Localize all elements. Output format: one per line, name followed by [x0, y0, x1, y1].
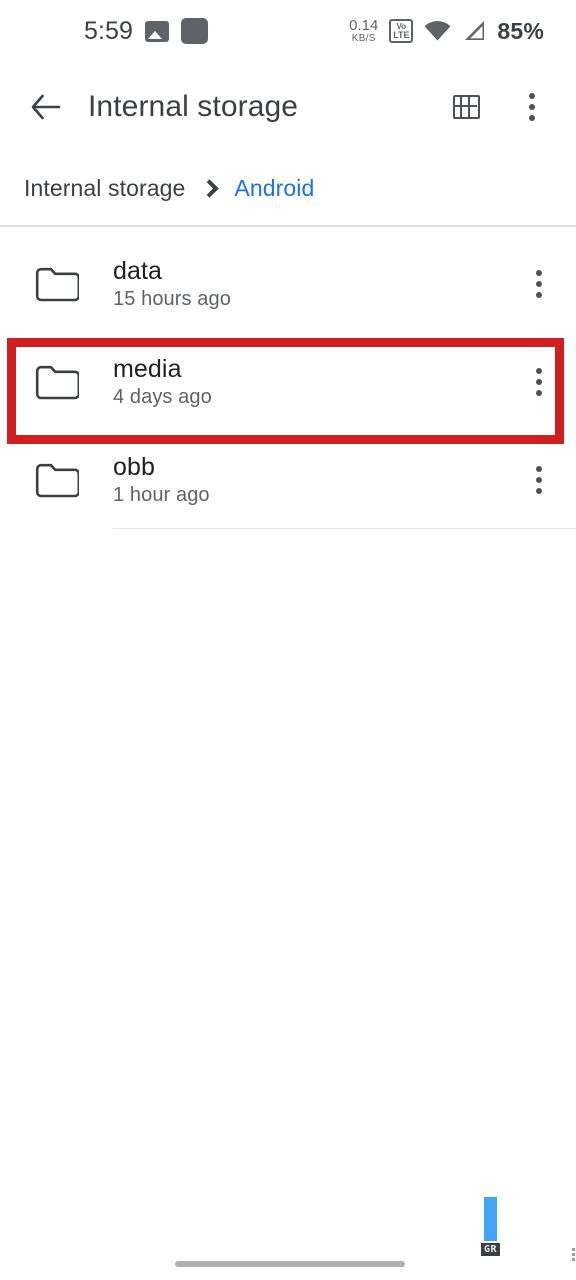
network-speed-value: 0.14	[349, 17, 379, 34]
breadcrumb: Internal storage Android	[0, 152, 576, 225]
row-overflow-menu-button[interactable]	[502, 431, 576, 529]
network-speed-unit: KB/S	[351, 33, 376, 44]
folder-icon	[0, 267, 113, 302]
folder-icon-glyph	[35, 463, 79, 497]
folder-icon-glyph	[35, 365, 79, 399]
back-arrow-icon	[31, 94, 61, 120]
folder-icon-glyph	[35, 267, 79, 301]
row-overflow-menu-button[interactable]	[502, 333, 576, 431]
file-modified: 4 days ago	[113, 386, 212, 409]
table-row[interactable]: obb 1 hour ago	[0, 431, 576, 529]
status-bar-right: 0.14 KB/S Vo LTE 85%	[349, 18, 552, 45]
folder-icon	[0, 463, 113, 498]
file-row-text: media 4 days ago	[113, 355, 502, 410]
file-row-text: data 15 hours ago	[113, 257, 502, 312]
blue-indicator-bar	[484, 1197, 497, 1241]
table-row[interactable]: media 4 days ago	[0, 333, 576, 431]
app-square-icon	[181, 18, 209, 44]
table-row[interactable]: data 15 hours ago	[0, 235, 576, 333]
overflow-menu-icon	[536, 270, 542, 298]
overflow-menu-icon	[536, 368, 542, 396]
file-row-text: obb 1 hour ago	[113, 453, 502, 508]
grid-view-icon	[452, 95, 480, 119]
file-modified: 1 hour ago	[113, 484, 210, 507]
file-list: data 15 hours ago media 4 days ago obb 1…	[0, 235, 576, 529]
list-divider	[113, 527, 576, 529]
volte-icon-bottom: LTE	[393, 29, 410, 40]
breadcrumb-item-android[interactable]: Android	[234, 175, 314, 202]
file-name: media	[113, 354, 182, 383]
grid-view-button[interactable]	[438, 79, 494, 135]
photo-icon	[145, 20, 170, 42]
overflow-menu-icon	[529, 93, 535, 121]
status-bar-clock: 5:59	[84, 16, 134, 45]
app-bar-actions	[438, 79, 560, 135]
wifi-icon	[424, 21, 451, 41]
folder-icon	[0, 365, 113, 400]
app-bar: Internal storage	[0, 62, 576, 152]
back-button[interactable]	[18, 79, 74, 135]
overlay-tag-label: GR	[481, 1243, 501, 1256]
breadcrumb-item-internal-storage[interactable]: Internal storage	[24, 175, 185, 202]
file-modified: 15 hours ago	[113, 288, 231, 311]
battery-percent-label: 85%	[497, 17, 544, 44]
status-bar: 5:59 0.14 KB/S Vo LTE 85%	[0, 0, 576, 62]
file-name: data	[113, 256, 163, 285]
cellular-signal-icon	[462, 20, 486, 42]
overflow-menu-button[interactable]	[504, 79, 560, 135]
volte-icon: Vo LTE	[389, 19, 414, 43]
row-overflow-menu-button[interactable]	[502, 235, 576, 333]
home-indicator[interactable]	[175, 1261, 405, 1267]
network-speed-indicator: 0.14 KB/S	[349, 18, 378, 44]
page-title: Internal storage	[88, 90, 299, 123]
chevron-right-icon	[200, 179, 220, 198]
phone-screen: 5:59 0.14 KB/S Vo LTE 85% Internal stora…	[0, 0, 576, 1280]
edge-dots-icon	[572, 1248, 575, 1261]
file-name: obb	[113, 452, 156, 481]
overflow-menu-icon	[536, 466, 542, 494]
breadcrumb-divider	[0, 225, 576, 227]
status-bar-left: 5:59	[0, 16, 209, 46]
